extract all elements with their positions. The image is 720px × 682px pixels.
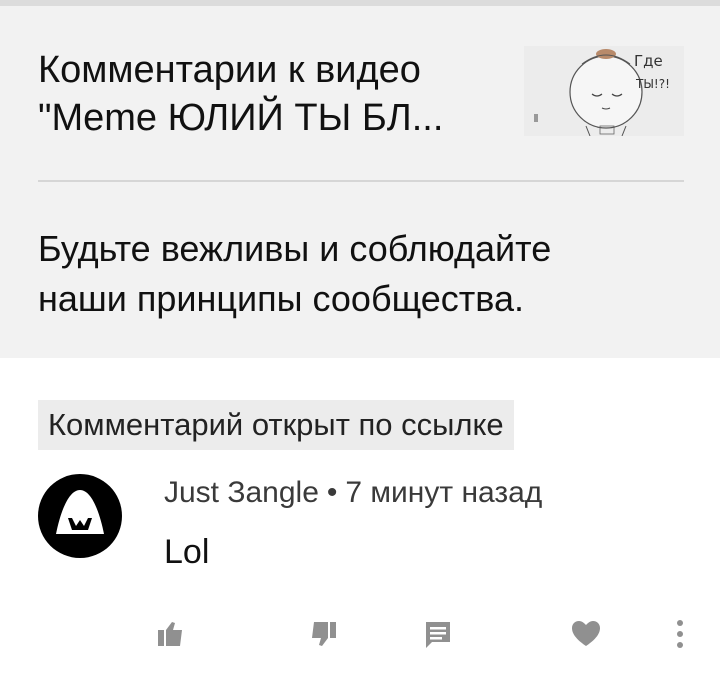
thumbnail-drawing: Где ТЫ!?!: [524, 46, 684, 136]
video-thumbnail[interactable]: Где ТЫ!?!: [524, 46, 684, 136]
reply-comment-icon: [426, 622, 450, 648]
comment-actions: [0, 604, 720, 664]
reply-button[interactable]: [418, 614, 458, 654]
comment-text: Lol: [164, 533, 210, 571]
thumbnail-caption-1: Где: [634, 52, 663, 70]
thumbs-down-icon: [312, 622, 336, 646]
avatar[interactable]: [38, 474, 122, 558]
more-options-button[interactable]: [660, 614, 700, 654]
title-line-2: "Meme ЮЛИЙ ТЫ БЛ...: [38, 97, 444, 139]
more-vert-icon: [677, 620, 683, 648]
hooded-figure-avatar-icon: [38, 474, 122, 558]
comment-author[interactable]: Just Зangle: [164, 476, 319, 509]
heart-button[interactable]: [566, 614, 606, 654]
page-title: Комментарии к видео "Meme ЮЛИЙ ТЫ БЛ...: [38, 46, 508, 142]
title-line-1: Комментарии к видео: [38, 49, 421, 91]
comments-header: Комментарии к видео "Meme ЮЛИЙ ТЫ БЛ... …: [0, 6, 720, 358]
comment-meta: Just Зangle • 7 минут назад: [164, 472, 542, 514]
notice-line-2: наши принципы сообщества.: [38, 278, 525, 319]
dislike-button[interactable]: [304, 614, 344, 654]
meta-separator: •: [326, 476, 338, 509]
notice-line-1: Будьте вежливы и соблюдайте: [38, 228, 552, 269]
community-guidelines-notice: Будьте вежливы и соблюдайте наши принцип…: [38, 224, 688, 324]
linked-comment-badge: Комментарий открыт по ссылке: [38, 400, 514, 450]
thumbnail-caption-2: ТЫ!?!: [635, 77, 670, 91]
thumbs-up-icon: [158, 622, 182, 646]
like-button[interactable]: [150, 614, 190, 654]
comment-time: 7 минут назад: [345, 476, 543, 509]
header-divider: [38, 180, 684, 182]
heart-icon: [572, 621, 600, 646]
